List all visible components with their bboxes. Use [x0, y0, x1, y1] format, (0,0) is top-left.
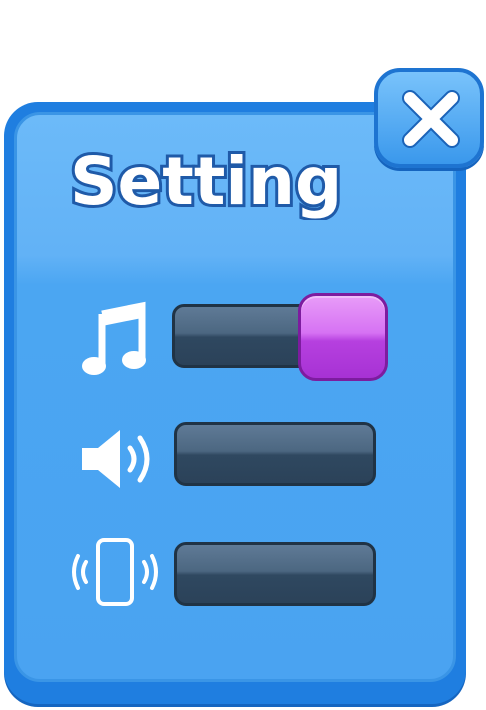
music-toggle[interactable]	[172, 293, 388, 381]
speaker-icon	[78, 424, 160, 494]
music-toggle-knob[interactable]	[298, 293, 388, 381]
sound-toggle[interactable]	[174, 422, 376, 486]
close-x-icon	[402, 90, 460, 148]
dialog-title: Setting	[60, 140, 380, 223]
dialog-title-text: Setting	[70, 143, 342, 220]
vibration-toggle[interactable]	[174, 542, 376, 606]
dialog-title-art: Setting	[67, 140, 345, 223]
phone-vibrate-icon	[70, 536, 162, 608]
close-button[interactable]	[374, 68, 484, 168]
music-note-icon	[80, 300, 150, 380]
